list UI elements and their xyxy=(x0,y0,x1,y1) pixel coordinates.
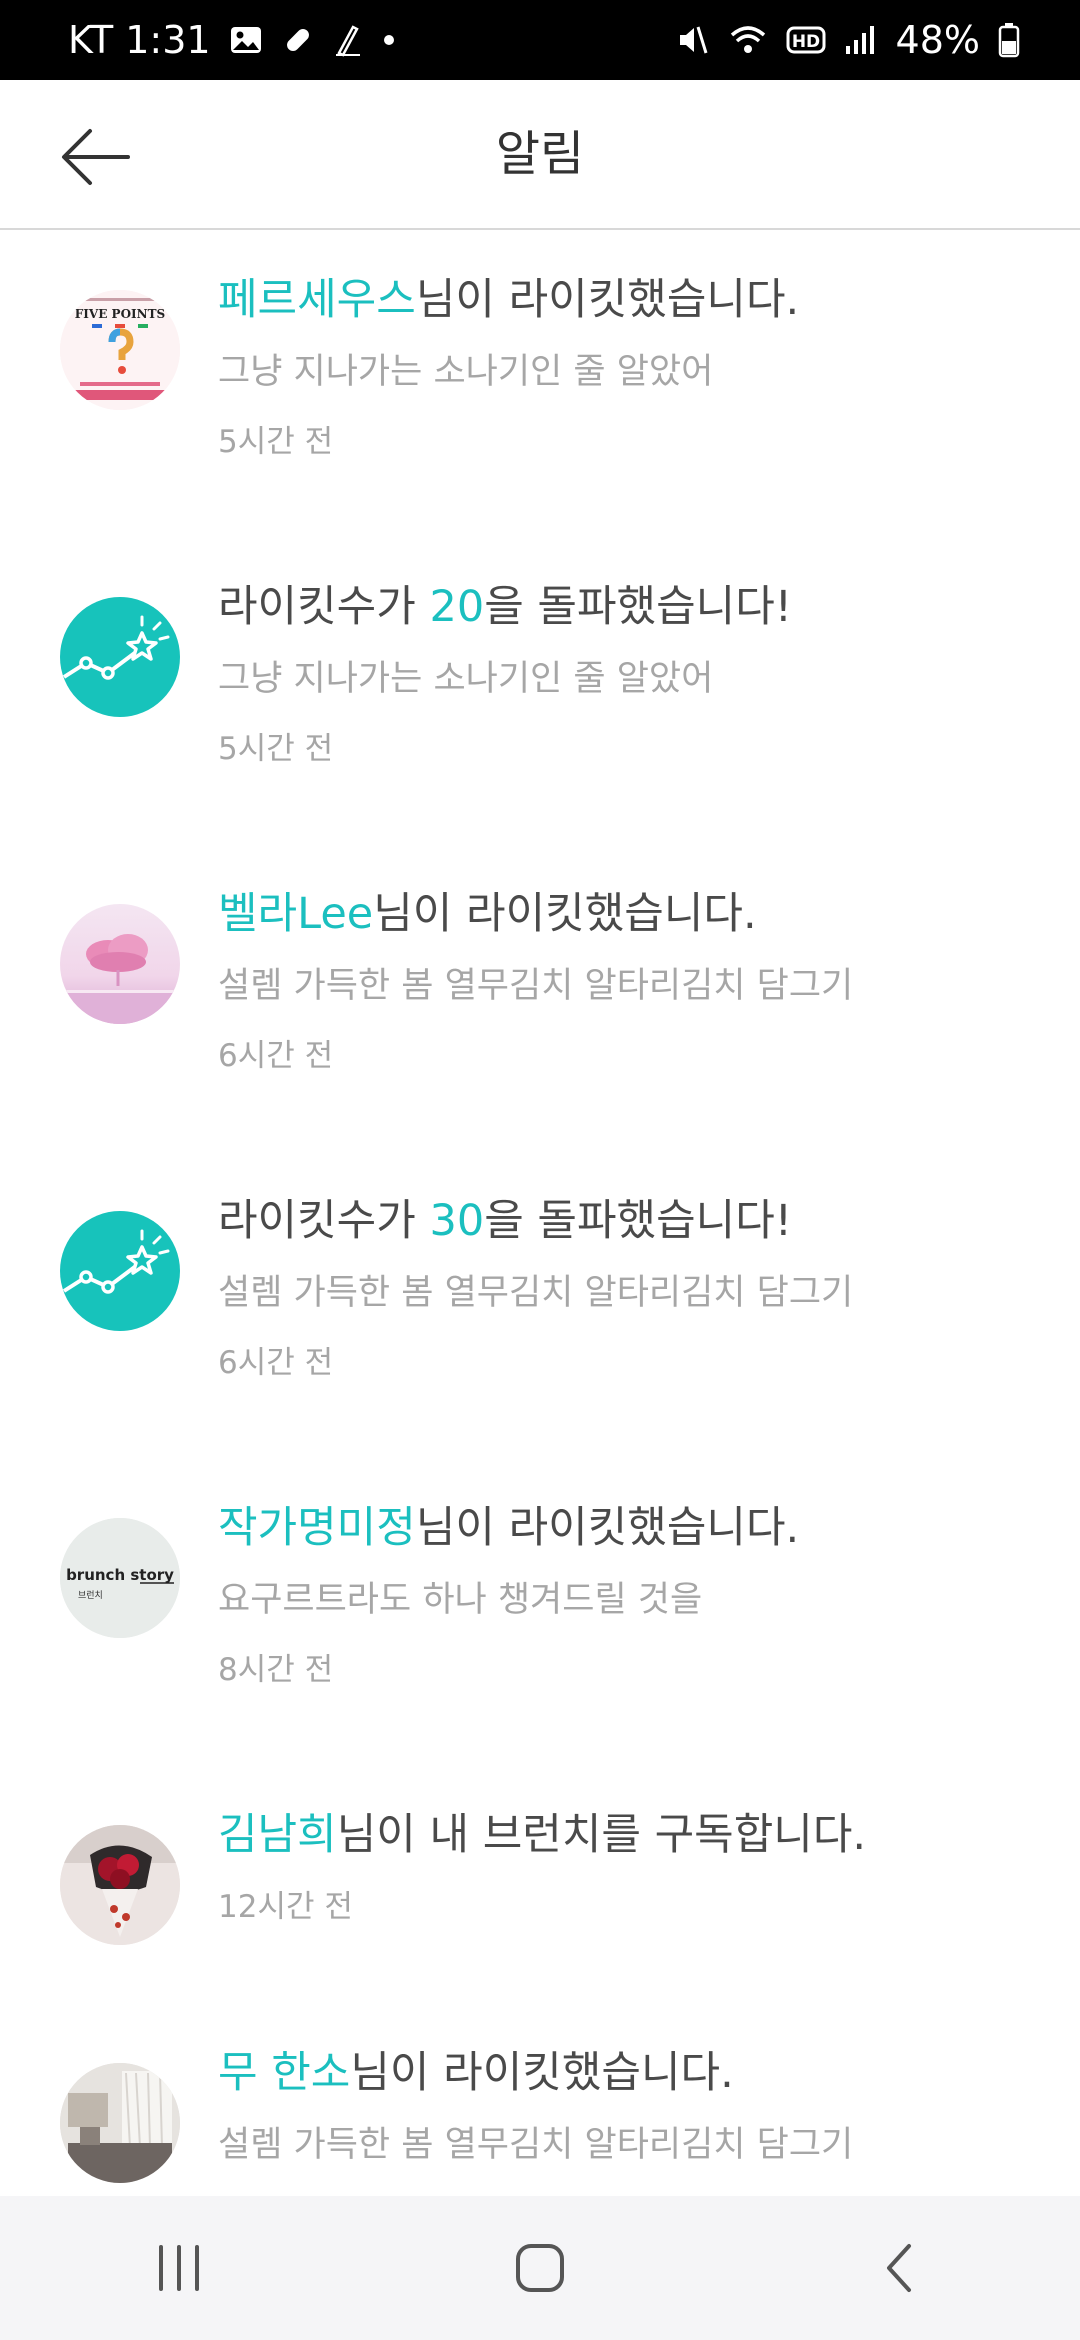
timestamp: 8시간 전 xyxy=(218,1652,334,1688)
timestamp: 5시간 전 xyxy=(218,424,334,460)
notification-item[interactable]: 라이킷수가 30을 돌파했습니다! 설렘 가득한 봄 열무김치 알타리김치 담그… xyxy=(0,1193,1080,1473)
mute-icon xyxy=(676,23,710,57)
timestamp: 6시간 전 xyxy=(218,1345,334,1381)
gallery-icon xyxy=(229,24,263,56)
avatar xyxy=(60,904,180,1024)
home-icon xyxy=(516,2244,564,2292)
battery-icon xyxy=(998,22,1020,58)
milestone-chart-icon xyxy=(62,1229,170,1294)
status-bar: KT 1:31 HD 48% xyxy=(0,0,1080,80)
chevron-left-icon xyxy=(887,2244,911,2292)
article-title: 설렘 가득한 봄 열무김치 알타리김치 담그기 xyxy=(218,966,854,1006)
recent-apps-icon xyxy=(159,2245,199,2291)
like-count: 30 xyxy=(429,1196,485,1246)
notification-item[interactable]: FIVE POINTS 페르세우스님이 라이킷했습니다. 그냥 지나가는 소나기… xyxy=(0,272,1080,552)
notification-item[interactable]: 벨라Lee님이 라이킷했습니다. 설렘 가득한 봄 열무김치 알타리김치 담그기… xyxy=(0,886,1080,1166)
notification-message: 페르세우스님이 라이킷했습니다. xyxy=(218,275,800,325)
notification-item[interactable]: 김남희님이 내 브런치를 구독합니다. 12시간 전 xyxy=(0,1807,1080,2007)
notification-message: 라이킷수가 20을 돌파했습니다! xyxy=(218,582,793,632)
notification-item[interactable]: brunch story 브런치 작가명미정님이 라이킷했습니다. 요구르트라도… xyxy=(0,1500,1080,1780)
milestone-chart-icon xyxy=(62,615,170,680)
pill-icon xyxy=(281,23,315,57)
book-cover-title: FIVE POINTS xyxy=(75,307,165,321)
avatar xyxy=(60,1211,180,1331)
system-navigation-bar xyxy=(0,2196,1080,2340)
avatar: FIVE POINTS xyxy=(60,290,180,410)
notification-dot-icon xyxy=(381,32,397,48)
like-count: 20 xyxy=(429,582,485,632)
brunch-story-logo: brunch story 브런치 xyxy=(60,1518,180,1638)
notification-message: 김남희님이 내 브런치를 구독합니다. xyxy=(218,1810,867,1860)
notification-message: 벨라Lee님이 라이킷했습니다. xyxy=(218,889,757,939)
timestamp: 6시간 전 xyxy=(218,1038,334,1074)
article-title: 설렘 가득한 봄 열무김치 알타리김치 담그기 xyxy=(218,2125,854,2165)
username-link[interactable]: 페르세우스 xyxy=(218,275,416,325)
article-title: 요구르트라도 하나 챙겨드릴 것을 xyxy=(218,1580,703,1620)
article-title: 설렘 가득한 봄 열무김치 알타리김치 담그기 xyxy=(218,1273,854,1313)
brunch-logo-text: brunch story xyxy=(66,1566,174,1584)
signal-icon xyxy=(844,24,878,56)
notification-item[interactable]: 라이킷수가 20을 돌파했습니다! 그냥 지나가는 소나기인 줄 알았어 5시간… xyxy=(0,579,1080,859)
timestamp: 12시간 전 xyxy=(218,1889,353,1925)
wifi-icon xyxy=(728,23,768,57)
battery-text: 48% xyxy=(895,18,980,62)
hd-icon: HD xyxy=(786,25,826,55)
notification-message: 작가명미정님이 라이킷했습니다. xyxy=(218,1503,800,1553)
notification-message: 라이킷수가 30을 돌파했습니다! xyxy=(218,1196,793,1246)
page-title: 알림 xyxy=(495,126,585,182)
avatar xyxy=(60,1825,180,1945)
avatar xyxy=(60,597,180,717)
app-header: 알림 xyxy=(0,80,1080,230)
avatar: brunch story 브런치 xyxy=(60,1518,180,1638)
timestamp: 5시간 전 xyxy=(218,731,334,767)
article-title: 그냥 지나가는 소나기인 줄 알았어 xyxy=(218,659,714,699)
recent-apps-button[interactable] xyxy=(120,2218,240,2318)
carrier-time: KT 1:31 xyxy=(68,18,211,62)
username-link[interactable]: 작가명미정 xyxy=(218,1503,416,1553)
username-link[interactable]: 벨라Lee xyxy=(218,889,373,939)
avatar xyxy=(60,2063,180,2183)
book-cover-image: FIVE POINTS xyxy=(60,290,180,410)
flower-bouquet-image xyxy=(60,1825,180,1945)
pink-cloud-image xyxy=(60,904,180,1024)
username-link[interactable]: 무 한소 xyxy=(218,2048,350,2098)
pen-icon xyxy=(333,23,363,57)
svg-text:HD: HD xyxy=(791,32,819,52)
room-photo-image xyxy=(60,2063,180,2183)
brunch-logo-subtext: 브런치 xyxy=(78,1589,103,1601)
home-button[interactable] xyxy=(480,2218,600,2318)
notification-message: 무 한소님이 라이킷했습니다. xyxy=(218,2048,734,2098)
article-title: 그냥 지나가는 소나기인 줄 알았어 xyxy=(218,352,714,392)
back-nav-button[interactable] xyxy=(840,2218,960,2318)
username-link[interactable]: 김남희 xyxy=(218,1810,337,1860)
